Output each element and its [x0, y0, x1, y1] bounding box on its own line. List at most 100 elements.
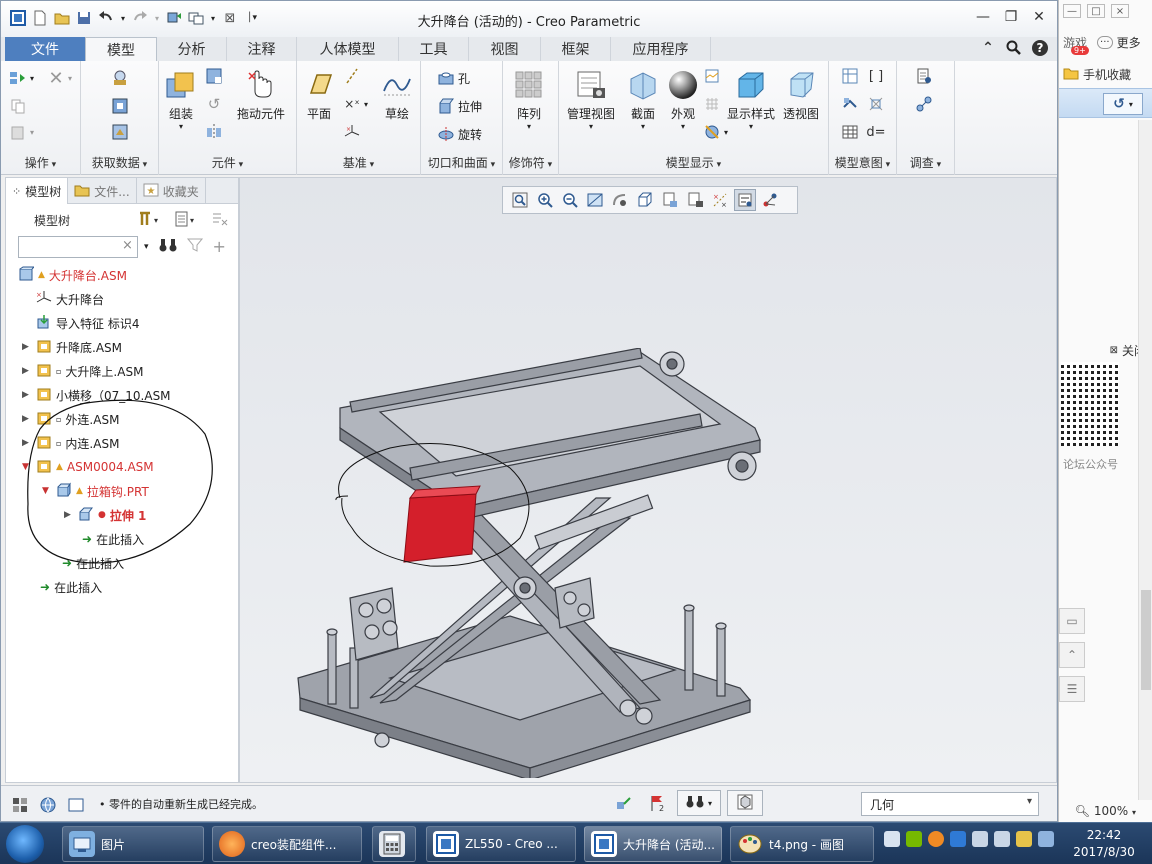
repeat-button[interactable]: ↺ [205, 95, 223, 113]
coordinate-system-button[interactable]: × [343, 123, 361, 141]
user-defined-feature-button[interactable] [111, 69, 129, 87]
tab-files[interactable]: 文件... [68, 178, 137, 204]
drag-components-button[interactable]: 拖动元件 [237, 69, 285, 122]
regen-flag-icon[interactable]: 2 [649, 794, 667, 815]
feedback-icon[interactable]: ▭ [1059, 608, 1085, 634]
tree-node-lift-top[interactable]: ▶ ▫ 大升降上.ASM [22, 360, 143, 382]
point-button[interactable]: ×ˣ ▾ [343, 95, 368, 113]
find-button[interactable]: ▾ [677, 790, 721, 816]
column-settings-icon[interactable] [210, 210, 230, 231]
filter-icon[interactable] [186, 237, 203, 256]
extrude-button[interactable]: 拉伸 [437, 97, 482, 115]
parameters-button[interactable]: [ ] [867, 67, 885, 85]
minimize-icon[interactable]: — [971, 7, 995, 27]
tab-model[interactable]: 模型 [85, 37, 157, 62]
table-button[interactable] [841, 123, 859, 141]
repaint-icon[interactable] [584, 189, 606, 211]
mirror-component-button[interactable] [205, 123, 223, 141]
tab-framework[interactable]: 框架 [541, 37, 611, 61]
model-tree-search-input[interactable] [18, 236, 138, 258]
copy-button[interactable] [9, 97, 27, 115]
tab-manikin[interactable]: 人体模型 [297, 37, 399, 61]
mobile-favorites-row[interactable]: 手机收藏 [1059, 66, 1152, 83]
input-method-icon[interactable] [884, 831, 900, 847]
pattern-button[interactable]: 阵列 ▾ [513, 69, 545, 131]
browser-toggle-icon[interactable] [39, 796, 57, 817]
add-icon[interactable]: + [213, 237, 226, 256]
navigator-toggle-icon[interactable] [11, 796, 29, 817]
saved-orientations-icon[interactable] [659, 189, 681, 211]
perspective-button[interactable]: 透视图 [783, 69, 819, 122]
reference-viewer-button[interactable] [915, 67, 933, 85]
manage-views-button[interactable]: 管理视图 ▾ [567, 69, 615, 131]
security-shield-icon[interactable] [950, 831, 966, 847]
tree-node-lift-base[interactable]: ▶ 升降底.ASM [22, 336, 122, 358]
start-button[interactable] [6, 825, 44, 863]
tab-analysis[interactable]: 分析 [157, 37, 227, 61]
more-link[interactable]: 更多 [1117, 34, 1141, 51]
hole-button[interactable]: 孔 [437, 69, 470, 87]
expand-arrow-icon[interactable]: ▶ [22, 342, 32, 352]
app-tray-icon[interactable] [928, 831, 944, 847]
spin-center-icon[interactable] [609, 189, 631, 211]
volume-icon[interactable] [994, 831, 1010, 847]
datum-display-icon[interactable]: × × [709, 189, 731, 211]
binoculars-icon[interactable] [159, 237, 177, 256]
render-button[interactable]: ▾ [703, 123, 728, 141]
nvidia-icon[interactable] [906, 831, 922, 847]
assemble-button[interactable]: 组装 ▾ [165, 69, 197, 131]
sketch-button[interactable]: 草绘 [381, 69, 413, 122]
selection-filter-dropdown[interactable]: 几何 [861, 792, 1039, 816]
tree-node-root-assembly[interactable]: ▲ 大升降台.ASM [18, 264, 127, 286]
relations-button[interactable]: d= [866, 123, 885, 141]
section-button[interactable]: 截面 ▾ [627, 69, 659, 131]
browser-zoom-level[interactable]: 🔍︎ 100% ▾ [1075, 804, 1136, 818]
regenerate-button[interactable]: ▾ [9, 69, 34, 87]
help-icon[interactable]: ? [1031, 39, 1049, 57]
browser-undo-button[interactable]: ↺ ▾ [1103, 93, 1143, 115]
taskbar-item-creo-zl550[interactable]: ZL550 - Creo ... [426, 826, 576, 862]
collapse-ribbon-icon[interactable]: ⌃ [979, 39, 997, 57]
family-table-button[interactable] [841, 67, 859, 85]
show-list-icon[interactable]: ▾ [174, 210, 198, 231]
network-icon[interactable] [972, 831, 988, 847]
zoom-in-icon[interactable] [534, 189, 556, 211]
back-to-top-icon[interactable]: ⌃ [1059, 642, 1085, 668]
browser-scrollbar[interactable] [1138, 120, 1152, 800]
scenes-button[interactable] [703, 67, 721, 85]
switch-dimensions-button[interactable] [841, 95, 859, 113]
tab-file[interactable]: 文件 [5, 37, 85, 61]
taskbar-item-calculator[interactable] [372, 826, 416, 862]
axis-button[interactable] [343, 67, 361, 85]
settings-tools-icon[interactable]: ▾ [138, 210, 162, 231]
scrollbar-thumb[interactable] [1141, 590, 1151, 690]
maximize-icon[interactable]: ❐ [999, 7, 1023, 27]
assembly-3d-model[interactable] [280, 348, 800, 778]
more-icon[interactable]: ··· [1097, 36, 1113, 49]
tree-node-insert-here-3[interactable]: ➜ 在此插入 [40, 576, 102, 598]
appearance-button[interactable]: 外观 ▾ [667, 69, 699, 131]
plane-button[interactable]: 平面 [303, 69, 335, 122]
tab-favorites[interactable]: ★ 收藏夹 [137, 178, 206, 204]
display-style-button[interactable]: 显示样式 ▾ [727, 69, 775, 131]
taskbar-item-paint[interactable]: t4.png - 画图 [730, 826, 874, 862]
shrinkwrap-button[interactable] [111, 97, 129, 115]
zoom-out-icon[interactable] [559, 189, 581, 211]
tab-applications[interactable]: 应用程序 [611, 37, 711, 61]
tab-view[interactable]: 视图 [469, 37, 541, 61]
merge-inherit-button[interactable] [111, 123, 129, 141]
list-icon[interactable]: ☰ [1059, 676, 1085, 702]
tree-node-csys[interactable]: × 大升降台 [36, 288, 104, 310]
flag-icon[interactable] [1016, 831, 1032, 847]
search-dropdown-icon[interactable]: ▾ [144, 242, 149, 252]
refit-icon[interactable] [509, 189, 531, 211]
display-grid-button[interactable] [703, 95, 721, 113]
revolve-button[interactable]: 旋转 [437, 125, 482, 143]
spin-center-display-icon[interactable] [759, 189, 781, 211]
annotation-display-icon[interactable] [734, 189, 756, 211]
select-box-button[interactable] [727, 790, 763, 816]
tray-extra-icon[interactable] [1038, 831, 1054, 847]
graphics-window[interactable]: × × [239, 177, 1057, 783]
search-icon[interactable] [1005, 39, 1023, 57]
delete-button[interactable]: ✕ ▾ [47, 68, 72, 89]
